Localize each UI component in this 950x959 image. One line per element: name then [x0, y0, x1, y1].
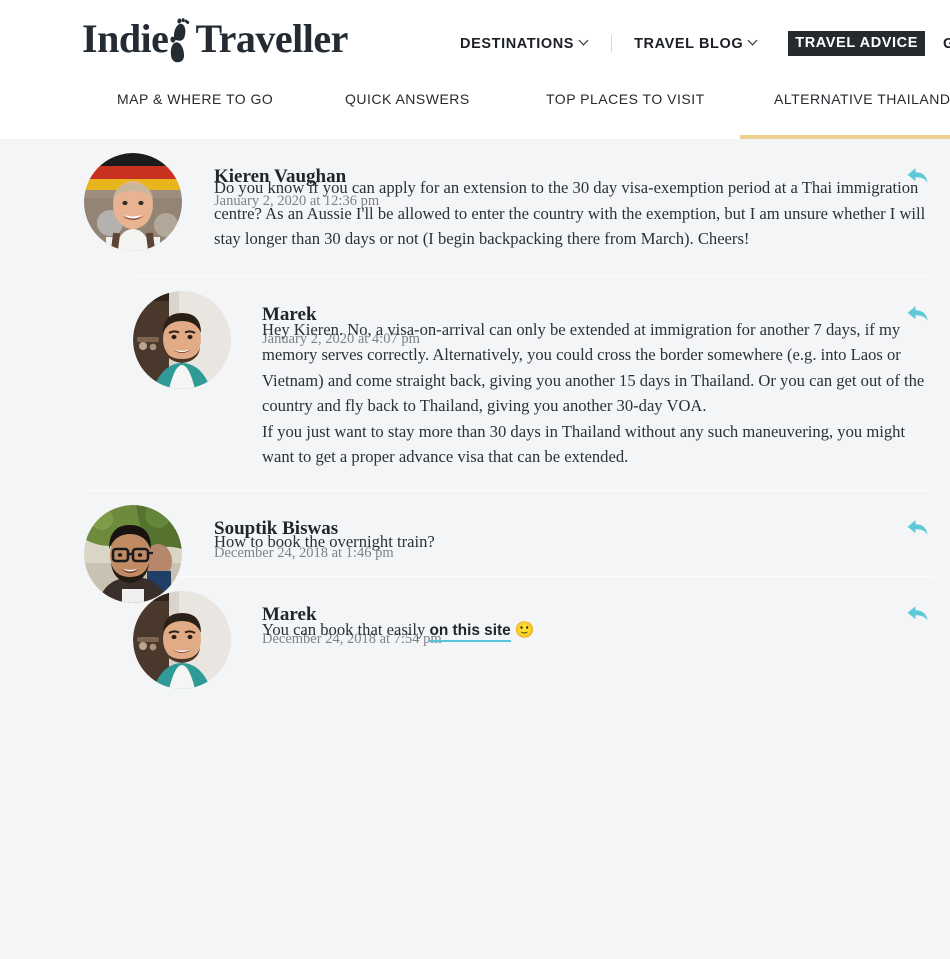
subnav-label-alternative-thailand: ALTERNATIVE THAILAND	[774, 91, 950, 107]
nav-label-travel-blog: TRAVEL BLOG	[634, 35, 744, 52]
subnav-item-alternative-thailand[interactable]: ALTERNATIVE THAILAND	[739, 87, 950, 139]
comment-paragraph: Hey Kieren. No, a visa-on-arrival can on…	[262, 319, 925, 416]
avatar	[84, 153, 182, 251]
nav-item-travel-blog[interactable]: TRAVEL BLOG	[634, 31, 758, 57]
avatar-kieren-image	[84, 153, 182, 251]
nav-item-travel-advice[interactable]: TRAVEL ADVICE	[788, 31, 926, 56]
logo-text-indie: Indie	[82, 16, 169, 61]
comment-item: Kieren Vaughan January 2, 2020 at 12:36 …	[0, 139, 950, 276]
avatar	[133, 591, 231, 689]
site-header: Indie Traveller DESTINATIONS TRAVEL BLOG…	[0, 0, 950, 87]
comment-paragraph: How to book the overnight train?	[214, 531, 435, 551]
subnav-label-quick-answers: QUICK ANSWERS	[345, 91, 470, 107]
logo-text-traveller: Traveller	[195, 16, 348, 61]
avatar	[133, 290, 231, 389]
comment-body: How to book the overnight train?	[214, 529, 950, 555]
slightly-smiling-face-emoji: 🙂	[514, 622, 535, 639]
comment-paragraph: You can book that easily on this site 🙂	[262, 617, 940, 644]
subnav-label-map-where-to-go: MAP & WHERE TO GO	[117, 91, 274, 107]
section-navigation: MAP & WHERE TO GO QUICK ANSWERS TOP PLAC…	[0, 87, 950, 139]
nav-label-gear: GEAR	[943, 35, 950, 52]
nav-label-travel-advice: TRAVEL ADVICE	[795, 35, 919, 51]
nav-item-destinations[interactable]: DESTINATIONS	[460, 31, 589, 57]
footprints-icon	[166, 16, 196, 63]
comment-item: Marek January 2, 2020 at 4:07 pm Hey Kie…	[0, 277, 950, 490]
nav-label-destinations: DESTINATIONS	[460, 35, 575, 52]
avatar-marek-image	[133, 290, 231, 389]
subnav-item-quick-answers[interactable]: QUICK ANSWERS	[345, 87, 470, 139]
nav-divider	[611, 35, 613, 52]
comment-body: You can book that easily on this site 🙂	[262, 617, 950, 644]
main-navigation: DESTINATIONS TRAVEL BLOG TRAVEL ADVICE G…	[460, 0, 950, 87]
nav-item-gear[interactable]: GEAR	[943, 31, 950, 57]
chevron-down-icon	[749, 37, 758, 46]
subnav-item-top-places-to-visit[interactable]: TOP PLACES TO VISIT	[546, 87, 705, 139]
site-logo[interactable]: Indie Traveller	[82, 8, 348, 70]
comment-paragraph: Do you know if you can apply for an exte…	[214, 178, 926, 248]
comments-list: Kieren Vaughan January 2, 2020 at 12:36 …	[0, 139, 950, 959]
comment-body: Do you know if you can apply for an exte…	[214, 175, 950, 252]
comment-item: Souptik Biswas December 24, 2018 at 1:46…	[0, 491, 950, 603]
comment-item: Marek December 24, 2018 at 7:54 pm You c…	[0, 577, 950, 689]
comment-paragraph: If you just want to stay more than 30 da…	[262, 421, 906, 467]
avatar-marek-image	[133, 591, 231, 689]
chevron-down-icon	[580, 37, 589, 46]
on-this-site-link[interactable]: on this site	[429, 622, 511, 642]
comment-text-before-link: You can book that easily	[262, 620, 430, 639]
comment-body: Hey Kieren. No, a visa-on-arrival can on…	[262, 317, 950, 470]
subnav-label-top-places-to-visit: TOP PLACES TO VISIT	[546, 91, 705, 107]
subnav-item-map-where-to-go[interactable]: MAP & WHERE TO GO	[117, 87, 273, 139]
